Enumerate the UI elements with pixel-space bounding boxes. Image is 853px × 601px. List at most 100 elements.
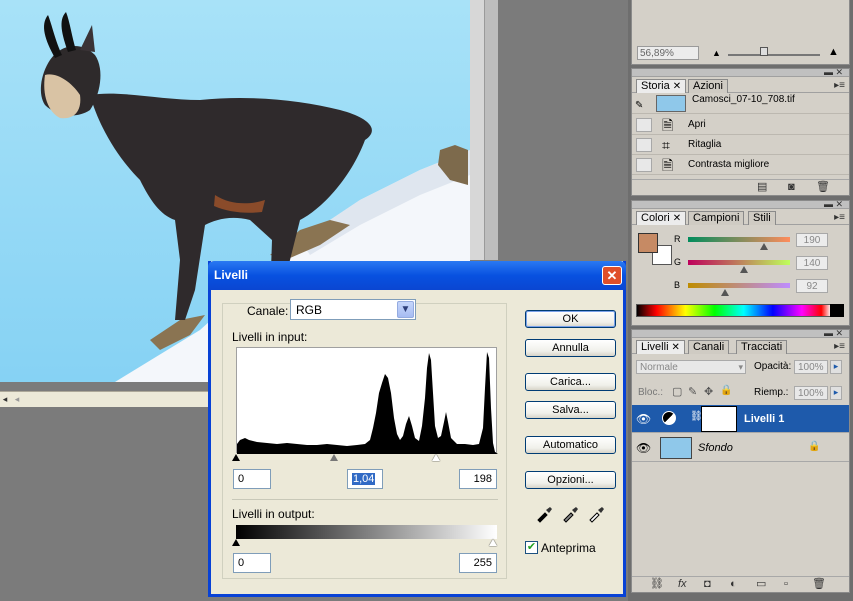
- history-item[interactable]: 🗎 Apri: [632, 115, 849, 135]
- panel-menu-icon[interactable]: ▸≡: [834, 341, 845, 352]
- input-white-field[interactable]: 198: [459, 469, 497, 489]
- input-white-slider[interactable]: [432, 454, 440, 461]
- output-levels-label: Livelli in output:: [232, 507, 315, 521]
- horizontal-scrollbar[interactable]: ◂ ◂: [0, 391, 210, 407]
- zoom-field[interactable]: 56,89%: [637, 46, 699, 60]
- load-button[interactable]: Carica...: [525, 373, 616, 391]
- fx-icon[interactable]: fx: [678, 577, 687, 591]
- tab-layers[interactable]: Livelli ✕: [636, 340, 685, 354]
- blend-mode-select[interactable]: Normale ▾: [636, 360, 746, 374]
- adjustment-layer-icon[interactable]: ◐: [730, 577, 737, 591]
- collapse-icon[interactable]: ▬ ✕: [824, 199, 843, 209]
- lock-icon[interactable]: 🔒: [720, 385, 732, 396]
- trash-icon[interactable]: 🗑: [812, 577, 826, 591]
- close-icon[interactable]: ✕: [673, 213, 681, 224]
- blue-slider[interactable]: [688, 283, 790, 288]
- layer-row-background[interactable]: 👁 Sfondo 🔒: [632, 434, 849, 462]
- color-ramp[interactable]: [636, 304, 832, 317]
- canvas-border: [470, 0, 484, 260]
- camera-icon[interactable]: ◙: [788, 180, 795, 194]
- chevron-down-icon: ▾: [738, 362, 743, 372]
- lock-transparency-icon[interactable]: ▢: [672, 385, 682, 398]
- close-icon[interactable]: ✕: [672, 342, 680, 353]
- output-black-field[interactable]: 0: [233, 553, 271, 573]
- ok-button[interactable]: OK: [525, 310, 616, 328]
- chevron-right-icon[interactable]: ▸: [830, 386, 842, 400]
- folder-icon[interactable]: ▭: [756, 577, 766, 591]
- chevron-down-icon[interactable]: ▼: [397, 301, 414, 318]
- opacity-field[interactable]: 100%: [794, 360, 828, 374]
- input-black-slider[interactable]: [232, 454, 240, 461]
- fill-field[interactable]: 100%: [794, 386, 828, 400]
- dialog-title: Livelli: [214, 268, 249, 282]
- input-gamma-field[interactable]: 1,04: [347, 469, 383, 489]
- close-icon[interactable]: ✕: [602, 266, 622, 285]
- save-button[interactable]: Salva...: [525, 401, 616, 419]
- red-slider[interactable]: [688, 237, 790, 242]
- link-layers-icon[interactable]: ⛓: [650, 577, 664, 591]
- preview-label: Anteprima: [541, 541, 596, 555]
- output-black-slider[interactable]: [232, 539, 240, 546]
- input-gamma-slider[interactable]: [330, 454, 338, 461]
- blue-slider-thumb[interactable]: [720, 289, 729, 296]
- levels-dialog: Livelli ✕ Canale: RGB ▼ Livelli in input…: [208, 261, 626, 597]
- tab-actions[interactable]: Azioni: [688, 79, 728, 93]
- history-item[interactable]: 🗎 Contrasta migliore: [632, 155, 849, 175]
- tab-paths[interactable]: Tracciati: [736, 340, 788, 354]
- lock-move-icon[interactable]: ✥: [704, 385, 713, 398]
- vertical-scrollbar[interactable]: [484, 0, 498, 260]
- document-icon: 🗎: [662, 157, 674, 173]
- new-layer-icon[interactable]: ▫: [784, 577, 788, 591]
- dialog-titlebar[interactable]: Livelli ✕: [208, 261, 626, 290]
- zoom-slider[interactable]: [728, 54, 820, 56]
- collapse-icon[interactable]: ▬ ✕: [824, 67, 843, 77]
- output-white-slider[interactable]: [489, 539, 497, 546]
- chevron-right-icon[interactable]: ▸: [830, 360, 842, 374]
- lock-paint-icon[interactable]: ✎: [688, 385, 697, 398]
- panel-menu-icon[interactable]: ▸≡: [834, 212, 845, 223]
- zoom-out-icon[interactable]: ▲: [712, 48, 721, 58]
- eye-icon[interactable]: 👁: [636, 441, 651, 455]
- red-slider-thumb[interactable]: [760, 243, 768, 250]
- tab-swatches[interactable]: Campioni: [688, 211, 745, 225]
- navigator-panel: 56,89% ▲ ▲: [631, 0, 850, 65]
- black-eyedropper-icon[interactable]: [535, 505, 553, 523]
- options-button[interactable]: Opzioni...: [525, 471, 616, 489]
- brush-icon: ✎: [635, 100, 644, 111]
- add-mask-icon[interactable]: ◘: [704, 577, 711, 591]
- separator: [232, 499, 498, 500]
- zoom-slider-thumb[interactable]: [760, 47, 768, 56]
- input-black-field[interactable]: 0: [233, 469, 271, 489]
- tab-channels[interactable]: Canali: [688, 340, 730, 354]
- green-slider-thumb[interactable]: [740, 266, 748, 273]
- green-value-field[interactable]: 140: [796, 256, 828, 270]
- gray-eyedropper-icon[interactable]: [561, 505, 579, 523]
- collapse-icon[interactable]: ▬ ✕: [824, 328, 843, 338]
- channel-select[interactable]: RGB ▼: [290, 299, 416, 320]
- output-white-field[interactable]: 255: [459, 553, 497, 573]
- zoom-in-icon[interactable]: ▲: [828, 46, 839, 58]
- panel-menu-icon[interactable]: ▸≡: [834, 80, 845, 91]
- foreground-color-swatch[interactable]: [638, 233, 658, 253]
- tab-history[interactable]: Storia ✕: [636, 79, 687, 93]
- new-document-from-state-icon[interactable]: ▤: [757, 180, 767, 194]
- input-levels-label: Livelli in input:: [232, 330, 308, 344]
- close-icon[interactable]: ✕: [673, 81, 681, 92]
- red-value-field[interactable]: 190: [796, 233, 828, 247]
- tab-styles[interactable]: Stili: [748, 211, 776, 225]
- blue-value-field[interactable]: 92: [796, 279, 828, 293]
- green-slider[interactable]: [688, 260, 790, 265]
- auto-button[interactable]: Automatico: [525, 436, 616, 454]
- white-eyedropper-icon[interactable]: [587, 505, 605, 523]
- preview-checkbox[interactable]: ✔: [525, 541, 538, 554]
- black-swatch[interactable]: [830, 304, 844, 317]
- trash-icon[interactable]: 🗑: [816, 180, 830, 194]
- history-item[interactable]: ⌗ Ritaglia: [632, 135, 849, 155]
- history-snapshot[interactable]: ✎ Camosci_07-10_708.tif: [632, 94, 849, 114]
- layer-row-adjustment[interactable]: 👁 ⛓ Livelli 1: [632, 405, 849, 433]
- cancel-button[interactable]: Annulla: [525, 339, 616, 357]
- histogram-graph: [237, 352, 498, 454]
- eye-icon[interactable]: 👁: [636, 412, 651, 426]
- tab-colors[interactable]: Colori ✕: [636, 211, 687, 225]
- scroll-left-icon[interactable]: ◂: [0, 394, 10, 404]
